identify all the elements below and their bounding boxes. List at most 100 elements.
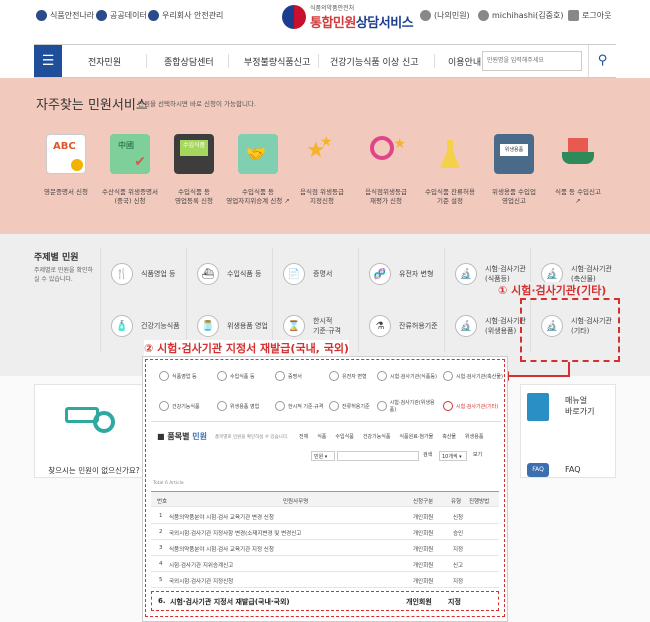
per-page-select[interactable]: 10개씩 ▾	[439, 451, 467, 461]
favorite-services: 자주찾는 민원서비스 민원을 선택하시면 바로 신청이 가능합니다. ABC 영…	[0, 78, 650, 234]
topic-gmo[interactable]: 🧬 유전자 변형	[358, 248, 444, 300]
table-row[interactable]: 3 식품의약품분야 시험·검사 교육기관 지정 신청 개인회원 지정	[151, 540, 499, 556]
section-desc: 품목별로 민원을 확인하실 수 있습니다.	[215, 435, 289, 440]
mini-topic[interactable]: 건강기능식품	[159, 397, 200, 415]
nav-item-health-food-report[interactable]: 건강기능식품 이상 신고	[330, 55, 419, 68]
find-complaint-card[interactable]: 찾으시는 민원이 없으신가요?	[34, 384, 152, 478]
filter-select[interactable]: 민원 ▾	[311, 451, 335, 461]
table-row[interactable]: 2 국외시험·검사기관 지정사항 변경(소재지변경 및 변경신고 개인회원 승인	[151, 524, 499, 540]
util-link-company-safety[interactable]: 우리회사 안전관리	[148, 10, 223, 21]
mini-topic[interactable]: 수입식품 등	[217, 367, 255, 385]
mini-topic[interactable]: 시험·검사기관(식품등)	[377, 367, 439, 385]
search-button[interactable]: 검색	[423, 451, 432, 458]
logout-link[interactable]: 로그아웃	[568, 10, 611, 21]
faq-link[interactable]: FAQ	[565, 465, 581, 474]
manual-link[interactable]: 매뉴얼 바로가기	[565, 395, 594, 417]
table-row[interactable]: 4 시험·검사기관 지위승계신고 개인회원 신고	[151, 556, 499, 572]
microscope-icon	[443, 401, 453, 411]
topic-label: 수입식품 등	[227, 270, 262, 278]
topic-lab-hygiene[interactable]: 🔬 시험·검사기관 (위생용품)	[444, 300, 530, 352]
topic-residue-standard[interactable]: ⚗ 잔류허용기준	[358, 300, 444, 352]
col-kind: 유형	[451, 499, 462, 505]
tab-all[interactable]: 전체	[299, 433, 308, 440]
company-safety-icon	[148, 10, 159, 21]
find-complaint-text: 찾으시는 민원이 없으신가요?	[48, 466, 140, 475]
site-logo[interactable]: 식품의약품안전처 통합민원상담서비스	[282, 3, 414, 31]
search-icon[interactable]: ⚲	[588, 45, 616, 77]
topic-label: 건강기능식품	[141, 322, 180, 330]
mini-topic-selected[interactable]: 시험·검사기관(기타)	[443, 397, 505, 415]
jar-icon: 🫙	[197, 315, 219, 337]
tab-import[interactable]: 수입식품	[335, 433, 353, 440]
topic-label: 한시적 기준·규격	[313, 317, 341, 335]
mini-topic[interactable]: 시험·검사기관(위생용품)	[377, 397, 439, 415]
user-name-link[interactable]: michihashi(김중호)	[478, 10, 563, 21]
mini-topic[interactable]: 시험·검사기관(축산물)	[443, 367, 505, 385]
flask-icon	[329, 401, 339, 411]
magnifier-star-icon: ★	[366, 134, 406, 174]
fav-import-business-register[interactable]: 수입식품 수입식품 등 영업등록 신청	[158, 134, 230, 206]
fav-hygiene-import-report[interactable]: 위생용품 위생용품 수입업 영업신고	[478, 134, 550, 206]
util-link-label: 공공데이터	[110, 11, 147, 20]
tab-raw[interactable]: 식품원료·첨가물	[399, 433, 433, 440]
search-input[interactable]	[482, 51, 582, 71]
microscope-icon: 🔬	[455, 263, 477, 285]
filter-input[interactable]	[337, 451, 419, 461]
nav-divider	[434, 54, 435, 68]
nav-item-guide[interactable]: 이용안내	[448, 55, 481, 68]
opendata-icon	[96, 10, 107, 21]
category-tabs: 전체 식품 수입식품 건강기능식품 식품원료·첨가물 축산물 위생용품	[299, 433, 483, 440]
menu-icon[interactable]: ☰	[34, 45, 62, 77]
topic-label: 증명서	[313, 270, 333, 278]
logo-part-b: 민원	[332, 16, 356, 31]
tab-livestock[interactable]: 축산물	[442, 433, 456, 440]
fav-label: 식품 등 수입신고 ↗	[555, 188, 601, 205]
tablet-icon: 수입식품	[174, 134, 214, 174]
annotation-1: ① 시험·검사기관(기타)	[498, 282, 607, 298]
microscope-icon	[377, 401, 387, 411]
util-link-opendata[interactable]: 공공데이터	[96, 10, 147, 21]
cargo-ship-icon	[558, 134, 598, 174]
fork-knife-icon: 🍴	[111, 263, 133, 285]
mini-topic[interactable]: 한시적 기준·규격	[275, 397, 325, 415]
user-name-label: michihashi(김중호)	[492, 11, 564, 20]
util-link-foodsafety[interactable]: 식품안전나라	[36, 10, 94, 21]
col-name: 민원사무명	[283, 499, 309, 505]
fav-restaurant-grade[interactable]: ★ ★ 음식점 위생등급 지정신청	[286, 134, 358, 206]
fav-restaurant-regrade[interactable]: ★ 음식점위생등급 재평가 신청	[350, 134, 422, 206]
person-icon	[478, 10, 489, 21]
table-row[interactable]: 5 국외시험·검사기관 지정신청 개인회원 지정	[151, 572, 499, 588]
nav-item-e-civil[interactable]: 전자민원	[88, 55, 121, 68]
table-row[interactable]: 1 식품의약품분야 시험·검사 교육기관 변경 신청 개인회원 신청	[151, 508, 499, 524]
mini-topic[interactable]: 식품영업 등	[159, 367, 197, 385]
view-button[interactable]: 보기	[473, 451, 482, 458]
mini-topic[interactable]: 잔류허용기준	[329, 397, 370, 415]
tab-food[interactable]: 식품	[317, 433, 326, 440]
topic-certificate[interactable]: 📄 증명서	[272, 248, 358, 300]
fav-import-status-transfer[interactable]: 🤝 수입식품 등 영업자지위승계 신청 ↗	[222, 134, 294, 206]
tab-health[interactable]: 건강기능식품	[363, 433, 391, 440]
my-complaints-link[interactable]: (나의민원)	[420, 10, 470, 21]
table-row-highlighted[interactable]: 6. 시험·검사기관 지정서 재발급(국내·국외) 개인회원 지정	[151, 591, 499, 611]
abc-document-icon: ABC	[46, 134, 86, 174]
tab-hygiene[interactable]: 위생용품	[465, 433, 483, 440]
nav-item-consult-center[interactable]: 종합상담센터	[164, 55, 214, 68]
topic-label: 유전자 변형	[399, 270, 434, 278]
jar-icon	[217, 401, 227, 411]
col-no: 번호	[157, 499, 168, 505]
fav-food-import-report[interactable]: 식품 등 수입신고 ↗	[542, 134, 614, 206]
mini-topic[interactable]: 유전자 변형	[329, 367, 367, 385]
fav-english-certificate[interactable]: ABC 영문증명서 신청	[30, 134, 102, 197]
fav-residue-standard[interactable]: 수입식품 잔류허용 기준 설정	[414, 134, 486, 206]
topic-import-food[interactable]: ⛴ 수입식품 등	[186, 248, 272, 300]
nav-item-bad-food-report[interactable]: 부정불량식품신고	[244, 55, 310, 68]
flask-icon	[430, 134, 470, 174]
topic-label: 시험·검사기관 (축산물)	[571, 265, 612, 283]
topic-food-business[interactable]: 🍴 식품영업 등	[100, 248, 186, 300]
manual-book-icon	[527, 393, 549, 421]
fav-seafood-certificate[interactable]: 中國 ✔ 수산식품 위생증명서 (중국) 신청	[94, 134, 166, 206]
logo-part-a: 통합	[310, 16, 333, 31]
main-nav: ☰ 전자민원 종합상담센터 부정불량식품신고 건강기능식품 이상 신고 이용안내…	[34, 44, 616, 78]
mini-topic[interactable]: 위생용품 영업	[217, 397, 259, 415]
mini-topic[interactable]: 증명서	[275, 367, 302, 385]
